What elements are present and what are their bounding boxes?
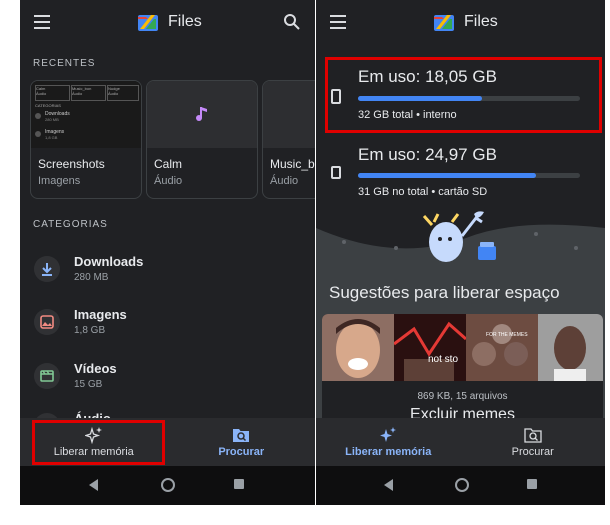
meme-thumbnail-4 — [538, 314, 603, 381]
video-icon — [34, 363, 60, 389]
audio-thumbnail — [147, 81, 257, 148]
recent-card-music[interactable]: Music_b Áudio — [262, 80, 315, 199]
left-system-navigation-bar — [20, 466, 315, 505]
home-icon[interactable] — [161, 478, 175, 492]
recent-card-screenshots[interactable]: Calm Áudio Music_bon Áudio Nudge Áudio C… — [30, 80, 142, 199]
mini-download-icon — [35, 113, 41, 119]
meme-thumbnail-2: not sto — [393, 314, 467, 381]
right-app-bar: Files — [316, 0, 605, 44]
app-title: Files — [464, 13, 498, 30]
mini-cell-sub: Áudio — [72, 91, 83, 96]
storage-total-label: 31 GB no total • cartão SD — [358, 186, 488, 198]
back-icon[interactable] — [89, 479, 98, 491]
search-icon[interactable] — [283, 13, 301, 31]
browse-folder-icon — [524, 428, 542, 443]
category-size: 280 MB — [74, 272, 109, 283]
storage-used-title: Em uso: 24,97 GB — [358, 145, 497, 164]
recent-section-label: RECENTES — [33, 58, 96, 69]
delete-memes-action[interactable]: Excluir memes — [322, 406, 603, 418]
recents-icon[interactable] — [234, 479, 244, 489]
category-name: Downloads — [74, 254, 144, 269]
mini-cell-sub: Áudio — [36, 91, 47, 96]
mini-categories-label: CATEGORIAS — [35, 103, 61, 108]
sd-card-icon — [331, 166, 341, 179]
nav-free-up-space[interactable]: Liberar memória — [316, 418, 461, 466]
nav-browse[interactable]: Procurar — [168, 418, 316, 466]
mini-item-sub: 1,8 GB — [45, 135, 58, 140]
menu-icon[interactable] — [34, 15, 50, 29]
recents-icon[interactable] — [527, 479, 537, 489]
card-type: Áudio — [154, 175, 183, 187]
category-name: Vídeos — [74, 361, 117, 376]
card-type: Imagens — [38, 175, 81, 187]
app-title: Files — [168, 13, 202, 30]
nav-label: Procurar — [218, 446, 265, 458]
card-name: Calm — [154, 157, 183, 171]
suggestions-panel: Sugestões para liberar espaço not sto FO… — [316, 208, 605, 418]
recent-card-calm[interactable]: Calm Áudio — [146, 80, 258, 199]
cleanup-illustration — [316, 208, 605, 262]
category-videos[interactable]: Vídeos 15 GB — [34, 357, 315, 401]
memes-suggestion-card[interactable]: not sto FOR THE MEMES 869 KB, 15 arquivo… — [322, 314, 603, 418]
right-bottom-navigation: Liberar memória Procurar — [316, 418, 605, 466]
nav-browse[interactable]: Procurar — [461, 418, 606, 466]
category-size: 1,8 GB — [74, 325, 106, 336]
highlight-free-up-button — [32, 420, 165, 465]
music-note-icon — [196, 107, 207, 121]
category-size: 15 GB — [74, 379, 103, 390]
category-downloads[interactable]: Downloads 280 MB — [34, 250, 315, 294]
nav-label: Liberar memória — [345, 446, 432, 458]
meme-thumbnail-3: FOR THE MEMES — [466, 314, 538, 381]
meme-caption: not sto — [428, 354, 459, 365]
card-name: Screenshots — [38, 157, 105, 171]
browse-folder-icon — [233, 429, 250, 442]
audio-thumbnail — [263, 81, 315, 148]
highlight-internal-storage — [325, 57, 602, 133]
categories-section-label: CATEGORIAS — [33, 219, 108, 230]
card-name: Music_b — [270, 157, 315, 171]
back-icon[interactable] — [384, 479, 393, 491]
meme-panel-text: FOR THE MEMES — [486, 332, 528, 338]
mini-cell-sub: Áudio — [108, 91, 119, 96]
files-logo-icon — [434, 15, 454, 31]
nav-label: Procurar — [511, 446, 554, 458]
category-name: Imagens — [74, 307, 127, 322]
image-icon — [34, 309, 60, 335]
meme-thumbnail-1 — [322, 314, 394, 381]
files-logo-icon — [138, 15, 158, 31]
sparkle-icon — [380, 427, 397, 442]
category-images[interactable]: Imagens 1,8 GB — [34, 303, 315, 347]
memes-size-info: 869 KB, 15 arquivos — [417, 391, 508, 402]
storage-usage-fill — [358, 173, 536, 178]
menu-icon[interactable] — [330, 15, 346, 29]
card-type: Áudio — [270, 175, 299, 187]
home-icon[interactable] — [455, 478, 469, 492]
suggestions-title: Sugestões para liberar espaço — [329, 283, 560, 302]
download-icon — [34, 256, 60, 282]
left-app-bar: Files — [20, 0, 315, 44]
right-system-navigation-bar — [316, 466, 605, 505]
storage-usage-bar — [358, 173, 580, 178]
screenshot-thumbnail: Calm Áudio Music_bon Áudio Nudge Áudio C… — [31, 81, 141, 148]
mini-item-sub: 280 MB — [45, 117, 59, 122]
mini-image-icon — [35, 131, 41, 137]
